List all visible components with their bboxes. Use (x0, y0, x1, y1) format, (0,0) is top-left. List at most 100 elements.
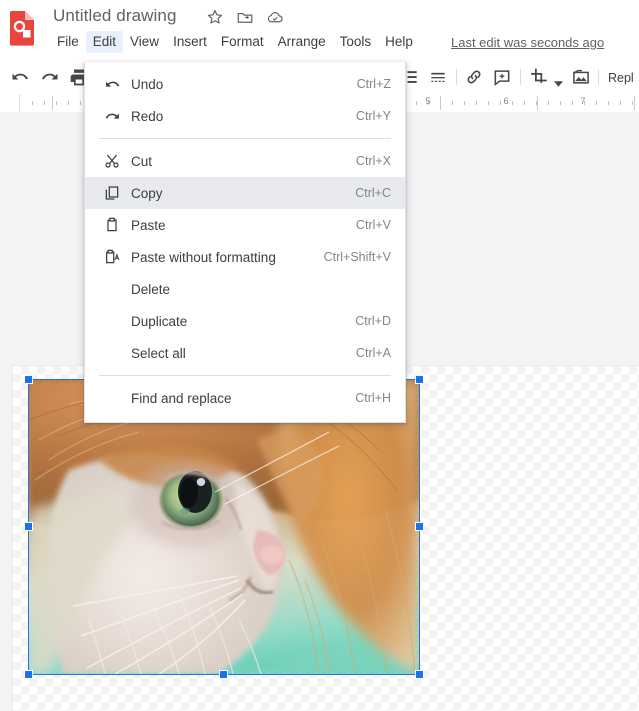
document-title[interactable]: Untitled drawing (53, 5, 177, 27)
ruler-major-tick (537, 96, 538, 110)
selection-handle-e[interactable] (415, 522, 424, 531)
line-dash-icon[interactable] (428, 67, 448, 87)
ruler-major-tick (440, 96, 441, 110)
menu-tools[interactable]: Tools (333, 31, 379, 53)
ruler-tick (632, 101, 633, 105)
menu-item-undo[interactable]: Undo Ctrl+Z (85, 68, 405, 100)
menu-separator (99, 138, 391, 139)
google-drawings-logo-icon (8, 10, 36, 46)
link-icon[interactable] (464, 67, 484, 87)
ruler-tick (608, 101, 609, 105)
menu-item-shortcut: Ctrl+Shift+V (323, 250, 391, 264)
menu-view[interactable]: View (123, 31, 166, 53)
ruler-tick (464, 101, 465, 105)
move-to-folder-icon[interactable] (236, 8, 254, 26)
ruler-tick (488, 101, 489, 105)
ruler-tick (596, 101, 597, 105)
redo-icon[interactable] (40, 67, 60, 87)
ruler-major-tick (52, 96, 53, 110)
ruler-tick (512, 101, 513, 105)
ruler-tick (32, 101, 33, 105)
menu-item-delete[interactable]: Delete (85, 273, 405, 305)
menu-item-shortcut: Ctrl+A (355, 346, 391, 360)
star-icon[interactable] (206, 8, 224, 26)
menu-item-cut[interactable]: Cut Ctrl+X (85, 145, 405, 177)
ruler-label: 7 (580, 96, 586, 106)
ruler-tick (452, 101, 453, 105)
selection-handle-se[interactable] (415, 670, 424, 679)
selection-handle-sw[interactable] (24, 670, 33, 679)
last-edit-link[interactable]: Last edit was seconds ago (451, 35, 604, 50)
menu-edit[interactable]: Edit (85, 31, 124, 53)
cut-icon (101, 152, 123, 170)
copy-icon (101, 184, 123, 202)
ruler-tick (560, 101, 561, 105)
undo-icon[interactable] (10, 67, 30, 87)
paste-icon (101, 216, 123, 234)
ruler-tick (416, 101, 417, 105)
menu-item-label: Redo (131, 108, 164, 124)
menu-item-shortcut: Ctrl+D (355, 314, 391, 328)
menu-insert[interactable]: Insert (166, 31, 214, 53)
menu-item-shortcut: Ctrl+H (355, 391, 391, 405)
ruler-label: 6 (503, 96, 509, 106)
menu-item-redo[interactable]: Redo Ctrl+Y (85, 100, 405, 132)
redo-icon (101, 107, 123, 125)
google-drawings-window: Untitled drawing File Edit View Insert Forma… (0, 0, 639, 711)
ruler-label: 5 (425, 96, 431, 106)
cat-image[interactable] (29, 380, 419, 674)
menu-item-find-and-replace[interactable]: Find and replace Ctrl+H (85, 382, 405, 414)
selection-handle-ne[interactable] (415, 375, 424, 384)
menu-item-copy[interactable]: Copy Ctrl+C (85, 177, 405, 209)
app-header: Untitled drawing File Edit View Insert Forma… (0, 0, 639, 60)
menu-item-shortcut: Ctrl+X (355, 154, 391, 168)
menu-item-label: Paste (131, 217, 166, 233)
ruler-tick (500, 101, 501, 105)
ruler-tick (68, 101, 69, 105)
menu-item-shortcut: Ctrl+Z (356, 77, 391, 91)
ruler-tick (80, 101, 81, 105)
undo-icon (101, 75, 123, 93)
menu-item-shortcut: Ctrl+Y (355, 109, 391, 123)
edit-menu-dropdown[interactable]: Undo Ctrl+Z Redo Ctrl+Y Cut Ctrl+X Copy Ctrl+C P… (84, 62, 406, 423)
ruler-tick (620, 101, 621, 105)
comment-icon[interactable] (492, 67, 512, 87)
menu-item-no-icon (101, 344, 123, 362)
menu-file[interactable]: File (50, 31, 86, 53)
menu-item-label: Undo (131, 76, 164, 92)
ruler-tick (572, 101, 573, 105)
menu-item-label: Copy (131, 185, 163, 201)
menu-item-no-icon (101, 389, 123, 407)
replace-image-icon[interactable] (571, 67, 591, 87)
menu-item-duplicate[interactable]: Duplicate Ctrl+D (85, 305, 405, 337)
menu-item-shortcut: Ctrl+V (355, 218, 391, 232)
crop-icon[interactable] (529, 67, 549, 87)
ruler-tick (524, 101, 525, 105)
ruler-tick (44, 101, 45, 105)
replace-image-label[interactable]: Repl (608, 71, 634, 85)
cloud-saved-icon[interactable] (266, 8, 284, 26)
menu-item-label: Paste without formatting (131, 249, 276, 265)
menu-help[interactable]: Help (378, 31, 420, 53)
paste-plain-icon (101, 248, 123, 266)
selection-handle-s[interactable] (219, 670, 228, 679)
crop-dropdown-caret-icon[interactable] (554, 74, 563, 87)
menu-item-shortcut: Ctrl+C (355, 186, 391, 200)
menu-item-label: Find and replace (131, 390, 232, 406)
menu-item-paste[interactable]: Paste Ctrl+V (85, 209, 405, 241)
menu-bar: File Edit View Insert Format Arrange Tools Help (50, 31, 420, 53)
selection-handle-nw[interactable] (24, 375, 33, 384)
ruler-major-tick (634, 96, 635, 110)
ruler-tick (548, 101, 549, 105)
menu-item-paste-without-formatting[interactable]: Paste without formatting Ctrl+Shift+V (85, 241, 405, 273)
menu-arrange[interactable]: Arrange (271, 31, 333, 53)
ruler-tick (476, 101, 477, 105)
menu-item-no-icon (101, 280, 123, 298)
menu-format[interactable]: Format (214, 31, 271, 53)
menu-separator (99, 375, 391, 376)
selection-handle-w[interactable] (24, 522, 33, 531)
ruler-tick (56, 101, 57, 105)
menu-item-label: Cut (131, 153, 153, 169)
menu-item-select-all[interactable]: Select all Ctrl+A (85, 337, 405, 369)
menu-item-label: Select all (131, 345, 186, 361)
